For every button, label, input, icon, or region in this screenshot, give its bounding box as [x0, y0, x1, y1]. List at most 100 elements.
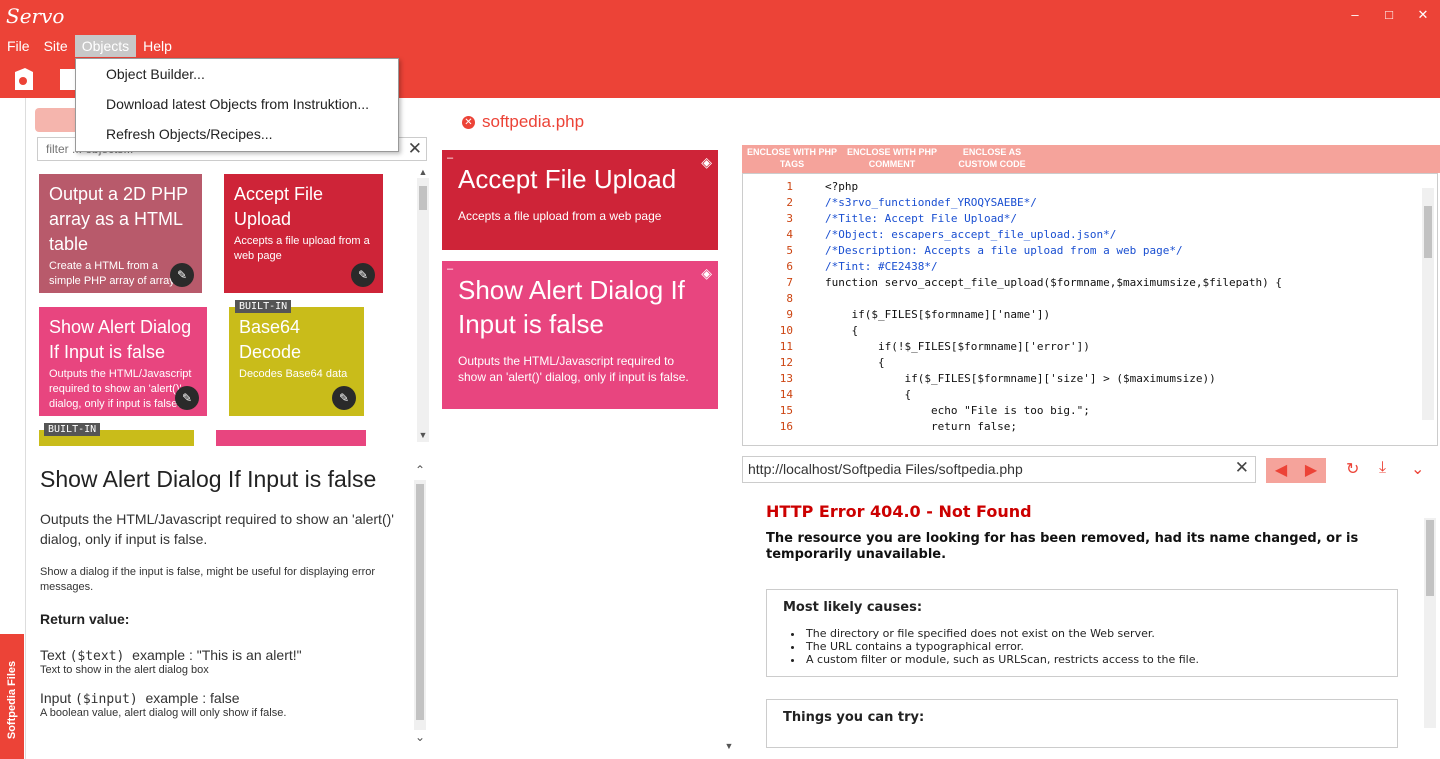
menu-help[interactable]: Help [136, 35, 179, 57]
side-tab-label: Softpedia Files [6, 660, 18, 740]
scrollbar-thumb[interactable] [1424, 206, 1432, 258]
minimize-button[interactable]: – [1338, 0, 1372, 30]
close-button[interactable]: ✕ [1406, 0, 1440, 30]
scrollbar-thumb[interactable] [416, 484, 424, 720]
causes-title: Most likely causes: [783, 600, 923, 615]
collapse-icon[interactable]: – [447, 263, 453, 275]
code-line: 10 { [743, 323, 1437, 339]
back-icon[interactable]: ◀ [1266, 458, 1296, 483]
return-value-heading: Return value: [40, 611, 130, 627]
scroll-down-icon[interactable]: ▼ [417, 430, 429, 440]
scroll-up-icon[interactable]: ▲ [417, 167, 429, 177]
object-tile-accept-file-upload[interactable]: Accept File Upload Accepts a file upload… [224, 174, 383, 293]
code-line: 16 return false; [743, 419, 1437, 435]
tile-desc: Accepts a file upload from a web page [234, 235, 370, 262]
things-box: Things you can try: [766, 699, 1398, 748]
code-line: 1 <?php [743, 179, 1437, 195]
window-controls: – □ ✕ [1338, 0, 1440, 30]
refresh-icon[interactable]: ↻ [1346, 459, 1359, 479]
code-line: 6 /*Tint: #CE2438*/ [743, 259, 1437, 275]
new-file-icon[interactable] [12, 66, 36, 92]
code-line: 7 function servo_accept_file_upload($form… [743, 275, 1437, 291]
page-object-show-alert[interactable]: – ◈ Show Alert Dialog If Input is false … [442, 261, 718, 409]
line-text [803, 291, 825, 307]
file-tab-name: softpedia.php [482, 112, 585, 131]
url-bar[interactable]: http://localhost/Softpedia Files/softped… [742, 456, 1256, 483]
object-detail-panel: Show Alert Dialog If Input is false Outp… [30, 452, 412, 759]
line-number: 6 [743, 259, 803, 275]
line-text: { [825, 388, 912, 401]
wand-icon: ✎ [332, 386, 356, 410]
menu-objects[interactable]: Objects [74, 35, 137, 57]
detail-lead: Outputs the HTML/Javascript required to … [40, 511, 394, 547]
wand-icon: ✎ [351, 263, 375, 287]
chevron-down-icon[interactable]: ⌄ [1411, 459, 1424, 479]
cause-item: The directory or file specified does not… [791, 627, 1381, 640]
code-line: 12 { [743, 355, 1437, 371]
close-tab-icon[interactable]: ✕ [462, 115, 475, 129]
scroll-up-icon[interactable]: ⌃ [414, 463, 426, 477]
url-value[interactable]: http://localhost/Softpedia Files/softped… [743, 457, 1255, 482]
line-number: 4 [743, 227, 803, 243]
code-line: 3 /*Title: Accept File Upload*/ [743, 211, 1437, 227]
param-desc: A boolean value, alert dialog will only … [40, 707, 287, 719]
object-tile-base64-decode[interactable]: Base64 Decode Decodes Base64 data ✎ [229, 307, 364, 416]
objects-dropdown-menu: Object Builder... Download latest Object… [75, 58, 399, 152]
code-scrollbar[interactable] [1422, 188, 1434, 420]
enclose-custom-code-button[interactable]: ENCLOSE AS CUSTOM CODE [942, 145, 1042, 173]
enclose-php-comment-button[interactable]: ENCLOSE WITH PHP COMMENT [842, 145, 942, 173]
clear-url-icon[interactable]: ✕ [1235, 458, 1249, 478]
collapse-icon[interactable]: – [447, 152, 453, 164]
menu-site[interactable]: Site [37, 35, 75, 57]
line-text: echo "File is too big."; [825, 404, 1090, 417]
enclose-php-tags-button[interactable]: ENCLOSE WITH PHP TAGS [742, 145, 842, 173]
menu-download-objects[interactable]: Download latest Objects from Instruktion… [76, 89, 398, 119]
param-code: ($text) [69, 649, 125, 664]
line-text: <?php [825, 180, 859, 193]
scrollbar-thumb[interactable] [419, 186, 427, 210]
menu-refresh-objects[interactable]: Refresh Objects/Recipes... [76, 119, 398, 149]
page-object-accept-file-upload[interactable]: – ◈ Accept File Upload Accepts a file up… [442, 150, 718, 250]
paint-bucket-icon[interactable]: ◈ [701, 265, 712, 282]
browser-scrollbar[interactable] [1424, 518, 1436, 728]
browser-preview: HTTP Error 404.0 - Not Found The resourc… [742, 486, 1422, 759]
code-line: 2 /*s3rvo_functiondef_YROQYSAEBE*/ [743, 195, 1437, 211]
detail-title: Show Alert Dialog If Input is false [40, 466, 377, 492]
detail-scrollbar[interactable] [414, 480, 426, 730]
paint-bucket-icon[interactable]: ◈ [701, 154, 712, 171]
builtin-badge: BUILT-IN [44, 423, 101, 436]
line-number: 8 [743, 291, 803, 307]
wand-icon: ✎ [170, 263, 194, 287]
param-name: Input [40, 690, 72, 706]
menu-file[interactable]: File [0, 35, 37, 57]
scroll-down-icon[interactable]: ▼ [723, 741, 735, 751]
param-example: example : false [145, 690, 240, 706]
http-error-subtitle: The resource you are looking for has bee… [766, 531, 1359, 562]
object-tile-show-alert[interactable]: Show Alert Dialog If Input is false Outp… [39, 307, 207, 416]
scrollbar-thumb[interactable] [1426, 520, 1434, 596]
line-number: 3 [743, 211, 803, 227]
code-line: 5 /*Description: Accepts a file upload fr… [743, 243, 1437, 259]
nav-buttons: ◀ ▶ [1266, 458, 1326, 483]
code-editor[interactable]: 1 <?php 2 /*s3rvo_functiondef_YROQYSAEBE*/ 3… [742, 173, 1438, 446]
menu-object-builder[interactable]: Object Builder... [76, 59, 398, 89]
scroll-down-icon[interactable]: ⌄ [414, 730, 426, 744]
line-text: { [825, 356, 885, 369]
param-desc: Text to show in the alert dialog box [40, 664, 209, 676]
line-number: 5 [743, 243, 803, 259]
line-number: 11 [743, 339, 803, 355]
file-tab[interactable]: ✕ softpedia.php [462, 112, 584, 132]
line-text: /*Tint: #CE2438*/ [825, 260, 938, 273]
http-error-title: HTTP Error 404.0 - Not Found [766, 502, 1032, 521]
object-tile-partial[interactable] [216, 430, 366, 446]
line-text: /*Title: Accept File Upload*/ [825, 212, 1018, 225]
download-icon[interactable]: ⤓ [1379, 459, 1386, 477]
forward-icon[interactable]: ▶ [1296, 458, 1326, 483]
menu-bar: File Site Objects Help [0, 35, 179, 57]
tile-title: Show Alert Dialog If Input is false [458, 275, 685, 339]
tile-desc: Outputs the HTML/Javascript required to … [49, 368, 192, 410]
object-tile-2d-php-array[interactable]: Output a 2D PHP array as a HTML table Cr… [39, 174, 202, 293]
tiles-scrollbar[interactable] [417, 178, 429, 442]
maximize-button[interactable]: □ [1372, 0, 1406, 30]
clear-filter-icon[interactable]: ✕ [408, 139, 422, 159]
